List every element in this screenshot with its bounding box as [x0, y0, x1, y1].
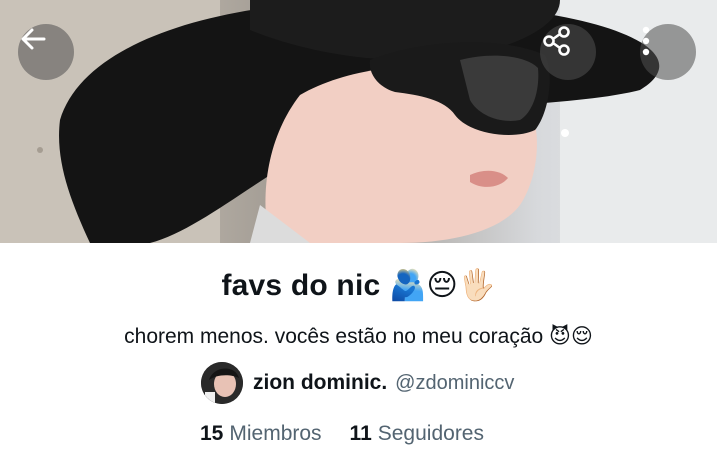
owner-name[interactable]: zion dominic. [253, 371, 387, 395]
list-owner[interactable]: zion dominic. @zdominiccv [201, 362, 514, 404]
members-label[interactable]: Miembros [229, 422, 321, 446]
share-button[interactable] [540, 24, 596, 80]
owner-handle[interactable]: @zdominiccv [395, 372, 514, 395]
avatar-image [201, 362, 243, 404]
banner-photo [0, 0, 717, 243]
list-title-emojis: 🫂😔🖐🏻 [388, 268, 496, 303]
back-button[interactable] [18, 24, 74, 80]
members-count[interactable]: 15 [200, 422, 223, 446]
avatar[interactable] [201, 362, 243, 404]
list-description-emojis: 😈😌 [549, 324, 593, 348]
list-title-text: favs do nic [221, 269, 381, 302]
more-vertical-icon [642, 26, 650, 56]
more-options-button[interactable] [640, 24, 696, 80]
list-title: favs do nic 🫂😔🖐🏻 [0, 268, 717, 303]
share-icon [543, 26, 570, 56]
followers-label[interactable]: Seguidores [378, 422, 484, 446]
list-description-text: chorem menos. vocês estão no meu coração [124, 325, 544, 348]
followers-count[interactable]: 11 [350, 422, 372, 446]
list-description: chorem menos. vocês estão no meu coração… [0, 324, 717, 349]
list-stats: 15 Miembros 11 Seguidores [200, 422, 484, 446]
arrow-left-icon [21, 28, 46, 50]
list-banner-image [0, 0, 717, 243]
